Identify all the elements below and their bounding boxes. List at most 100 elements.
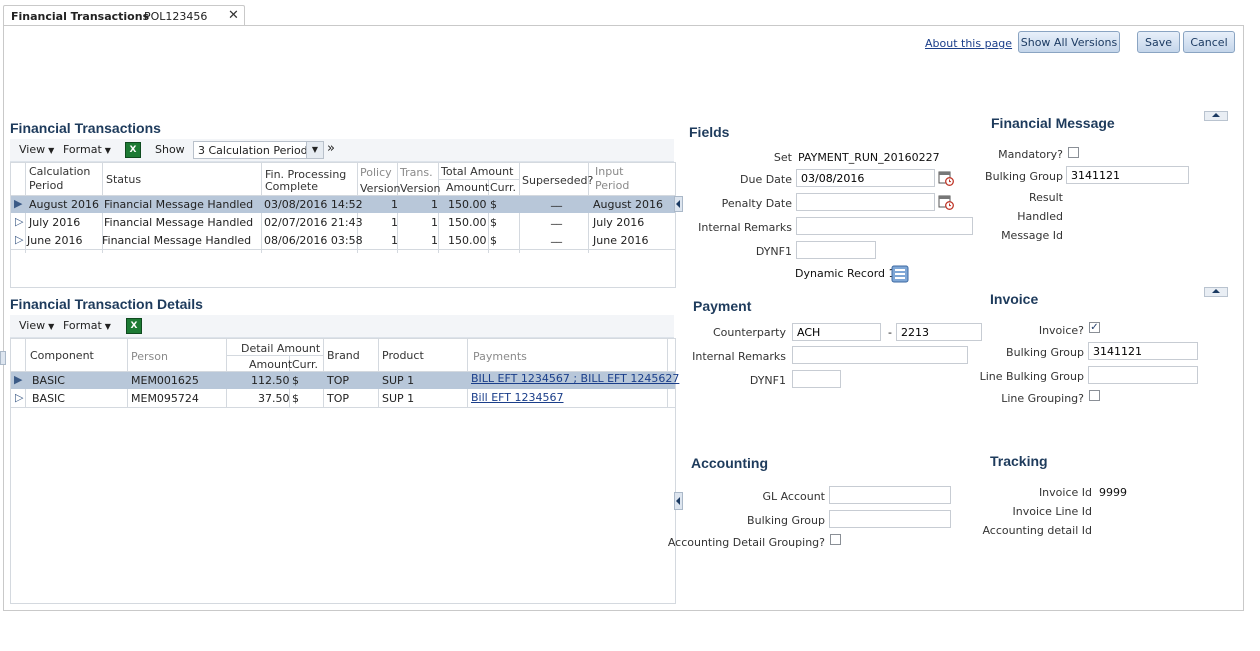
payment-internal-remarks-input[interactable] [792,346,968,364]
payments-link[interactable]: BILL EFT 1234567 ; BILL EFT 1245627 [471,372,679,385]
counterparty-account-input[interactable] [896,323,982,341]
payment-dynf1-input[interactable] [792,370,841,388]
col-calc-period-1: Calculation [29,165,91,178]
invoice-checkbox[interactable]: ✓ [1089,322,1100,333]
cancel-button[interactable]: Cancel [1183,31,1235,53]
result-label: Result [1029,191,1063,204]
cell-amount: 150.00 [448,216,487,229]
tracking-title: Tracking [990,453,1048,469]
ftd-format-menu[interactable]: Format ▼ [63,319,111,332]
tab-subtitle: POL123456 [144,10,208,23]
left-splitter-handle[interactable] [0,351,6,365]
ft-format-menu[interactable]: Format ▼ [63,143,111,156]
excel-export-icon[interactable]: X [126,318,142,334]
col-curr: Curr. [292,358,318,371]
ftd-view-menu[interactable]: View ▼ [19,319,54,332]
gl-account-input[interactable] [829,486,951,504]
cell-amount: 150.00 [448,234,487,247]
show-periods-value: 3 Calculation Periods [198,144,314,157]
cell-curr: $ [292,374,299,387]
format-label: Format [63,143,102,156]
set-label: Set [773,151,792,164]
calendar-clock-icon[interactable] [938,194,954,210]
panel-splitter-handle[interactable] [674,492,683,510]
cell-superseded: __ [551,194,562,207]
dynamic-record-icon[interactable] [891,265,909,283]
col-amount: Amount [249,358,293,371]
col-payments: Payments [473,350,527,363]
line-bulking-group-label: Line Bulking Group [979,370,1084,383]
show-label: Show [155,143,185,156]
table-row[interactable]: ▶ BASIC MEM001625 112.50 $ TOP SUP 1 BIL… [11,372,679,389]
cell-status: Financial Message Handled [104,198,254,211]
save-button[interactable]: Save [1137,31,1180,53]
penalty-date-input[interactable] [796,193,935,211]
cell-status: Financial Message Handled [102,234,252,247]
caret-down-icon: ▼ [104,322,111,331]
message-id-label: Message Id [1001,229,1063,242]
internal-remarks-label: Internal Remarks [698,221,792,234]
due-date-input[interactable] [796,169,935,187]
close-icon[interactable]: ✕ [228,8,239,23]
show-all-versions-button[interactable]: Show All Versions [1018,31,1120,53]
payments-link[interactable]: Bill EFT 1234567 [471,391,564,404]
detail-grouping-label: Accounting Detail Grouping? [667,536,825,549]
row-expand-icon[interactable]: ▷ [15,233,23,246]
ft-grid: Calculation Period Status Fin. Processin… [10,162,676,288]
cell-policy: 1 [391,234,398,247]
table-row[interactable]: ▶ August 2016 Financial Message Handled … [11,194,675,213]
ft-view-menu[interactable]: View ▼ [19,143,54,156]
internal-remarks-input[interactable] [796,217,973,235]
accounting-bulking-group-input[interactable] [829,510,951,528]
invoice-bulking-group-input[interactable] [1088,342,1198,360]
mandatory-checkbox[interactable] [1068,147,1079,158]
cell-input: August 2016 [593,198,663,211]
row-expand-icon[interactable]: ▶ [14,197,22,210]
caret-down-icon: ▼ [48,146,55,155]
line-bulking-group-input[interactable] [1088,366,1198,384]
table-row[interactable]: ▷ BASIC MEM095724 37.50 $ TOP SUP 1 Bill… [11,390,675,407]
ft-scroll-handle[interactable] [674,196,683,212]
excel-export-icon[interactable]: X [125,142,141,158]
row-expand-icon[interactable]: ▷ [15,391,23,404]
cell-policy: 1 [391,198,398,211]
col-calc-period-2: Period [29,179,64,192]
dynf1-input[interactable] [796,241,876,259]
table-row[interactable]: ▷ July 2016 Financial Message Handled 02… [11,212,675,231]
cell-status: Financial Message Handled [104,216,254,229]
line-grouping-checkbox[interactable] [1089,390,1100,401]
invoice-id-value: 9999 [1099,486,1127,499]
about-this-page-link[interactable]: About this page [925,37,1012,50]
row-expand-icon[interactable]: ▷ [15,215,23,228]
counterparty-label: Counterparty [712,326,786,339]
row-expand-icon[interactable]: ▶ [14,373,22,386]
invoice-bulking-group-label: Bulking Group [1006,346,1084,359]
accounting-title: Accounting [691,455,768,471]
payment-title: Payment [693,298,752,314]
line-grouping-label: Line Grouping? [1001,392,1084,405]
dynf1-label: DYNF1 [755,245,792,258]
invoice-title: Invoice [990,291,1039,307]
cell-person: MEM001625 [131,374,199,387]
cell-component: BASIC [32,392,65,405]
payment-internal-remarks-label: Internal Remarks [692,350,786,363]
cell-brand: TOP [327,392,350,405]
detail-grouping-checkbox[interactable] [830,534,841,545]
table-row[interactable]: ▷ June 2016 Financial Message Handled 08… [11,230,675,249]
cell-person: MEM095724 [131,392,199,405]
fm-bulking-group-input[interactable] [1066,166,1189,184]
show-periods-select[interactable]: 3 Calculation Periods ▼ [193,141,324,159]
col-input-1: Input [595,165,624,178]
calendar-clock-icon[interactable] [938,170,954,186]
invoice-id-label: Invoice Id [1038,486,1092,499]
caret-down-icon: ▼ [48,322,55,331]
counterparty-separator: - [888,326,892,339]
col-superseded: Superseded? [522,174,594,187]
cell-complete: 02/07/2016 21:43 [264,216,363,229]
collapse-icon[interactable] [1204,287,1228,297]
more-icon[interactable]: » [327,141,335,156]
counterparty-input[interactable] [792,323,881,341]
collapse-icon[interactable] [1204,111,1228,121]
tab-financial-transactions[interactable]: Financial Transactions POL123456 ✕ [3,5,245,26]
cell-policy: 1 [391,216,398,229]
